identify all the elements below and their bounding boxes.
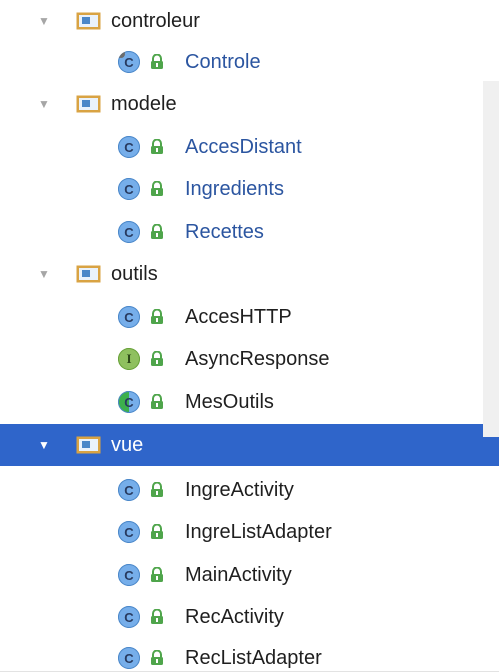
project-tree: ▼ controleur C Controle ▼ modele C Acces… [0, 0, 499, 672]
tree-class-recactivity[interactable]: C RecActivity [0, 596, 499, 638]
triangle-down-icon[interactable]: ▼ [37, 14, 51, 28]
class-c-icon: C [118, 564, 140, 586]
lock-icon [149, 567, 165, 583]
class-c-icon: C [118, 221, 140, 243]
class-c-icon: C [118, 136, 140, 158]
class-label: RecActivity [185, 606, 284, 628]
tree-class-controle[interactable]: C Controle [0, 41, 499, 83]
package-label: vue [111, 434, 144, 456]
triangle-down-icon[interactable]: ▼ [37, 97, 51, 111]
class-label: RecListAdapter [185, 647, 322, 669]
lock-icon [149, 309, 165, 325]
interface-i-icon: I [118, 348, 140, 370]
class-c-icon: C [118, 391, 140, 413]
class-label: MainActivity [185, 564, 292, 586]
class-label: Recettes [185, 221, 264, 243]
tree-class-mainactivity[interactable]: C MainActivity [0, 554, 499, 596]
class-label: AccesDistant [185, 136, 302, 158]
package-folder-icon [76, 12, 101, 30]
lock-icon [149, 609, 165, 625]
lock-icon [149, 394, 165, 410]
lock-icon [149, 524, 165, 540]
class-c-icon: C [118, 51, 140, 73]
lock-icon [149, 650, 165, 666]
lock-icon [149, 351, 165, 367]
package-label: modele [111, 93, 177, 115]
tree-package-modele[interactable]: ▼ modele [0, 83, 499, 125]
lock-icon [149, 224, 165, 240]
package-label: outils [111, 263, 158, 285]
tree-package-outils[interactable]: ▼ outils [0, 253, 499, 295]
package-label: controleur [111, 10, 200, 32]
class-label: AccesHTTP [185, 306, 292, 328]
class-c-icon: C [118, 647, 140, 669]
triangle-down-icon[interactable]: ▼ [37, 267, 51, 281]
scrollbar-track[interactable] [483, 81, 499, 437]
tree-class-ingredients[interactable]: C Ingredients [0, 168, 499, 210]
triangle-down-icon[interactable]: ▼ [37, 438, 51, 452]
class-c-icon: C [118, 479, 140, 501]
lock-icon [149, 181, 165, 197]
lock-icon [149, 139, 165, 155]
tree-class-recettes[interactable]: C Recettes [0, 211, 499, 253]
package-folder-icon [76, 95, 101, 113]
tree-package-vue[interactable]: ▼ vue [0, 424, 499, 466]
class-label: MesOutils [185, 391, 274, 413]
package-folder-icon [76, 436, 101, 454]
tree-class-mesoutils[interactable]: C MesOutils [0, 381, 499, 423]
class-label: IngreListAdapter [185, 521, 332, 543]
class-label: AsyncResponse [185, 348, 330, 370]
tree-package-controleur[interactable]: ▼ controleur [0, 0, 499, 42]
class-c-icon: C [118, 178, 140, 200]
tree-interface-asyncresponse[interactable]: I AsyncResponse [0, 338, 499, 380]
class-c-icon: C [118, 306, 140, 328]
lock-icon [149, 54, 165, 70]
class-c-icon: C [118, 521, 140, 543]
tree-class-acceshttp[interactable]: C AccesHTTP [0, 296, 499, 338]
tree-class-ingrelistadapter[interactable]: C IngreListAdapter [0, 511, 499, 553]
lock-icon [149, 482, 165, 498]
tree-class-accesdistant[interactable]: C AccesDistant [0, 126, 499, 168]
class-c-icon: C [118, 606, 140, 628]
class-label: Controle [185, 51, 261, 73]
tree-class-ingreactivity[interactable]: C IngreActivity [0, 469, 499, 511]
class-label: IngreActivity [185, 479, 294, 501]
package-folder-icon [76, 265, 101, 283]
tree-class-reclistadapter[interactable]: C RecListAdapter [0, 637, 499, 672]
class-label: Ingredients [185, 178, 284, 200]
